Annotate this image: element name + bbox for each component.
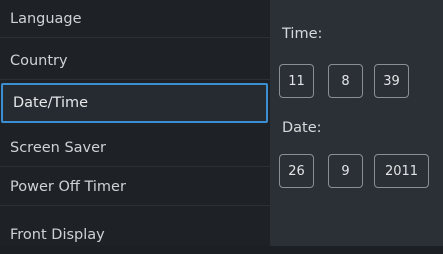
- menu-item-screen-saver[interactable]: Screen Saver: [0, 129, 270, 167]
- menu-item-label: Language: [10, 10, 82, 27]
- day-field[interactable]: 26: [279, 154, 314, 188]
- menu-item-language[interactable]: Language: [0, 0, 270, 38]
- time-label: Time:: [282, 26, 323, 42]
- menu-item-label: Country: [10, 52, 68, 69]
- minute-field[interactable]: 8: [328, 64, 363, 98]
- hour-field[interactable]: 11: [279, 64, 314, 98]
- settings-screen: Language Country Date/Time Screen Saver …: [0, 0, 443, 246]
- menu-item-date-time[interactable]: Date/Time: [1, 83, 268, 123]
- year-field[interactable]: 2011: [374, 154, 429, 188]
- date-time-panel: Time: 11 8 39 Date: 26 9 2011: [270, 0, 443, 246]
- menu-item-label: Front Display: [10, 227, 105, 243]
- menu-item-front-display[interactable]: Front Display: [0, 216, 270, 254]
- second-field[interactable]: 39: [374, 64, 409, 98]
- date-label: Date:: [282, 120, 322, 136]
- month-field[interactable]: 9: [328, 154, 363, 188]
- menu-item-label: Power Off Timer: [10, 178, 126, 195]
- menu-item-label: Screen Saver: [10, 139, 107, 156]
- settings-menu: Language Country Date/Time Screen Saver …: [0, 0, 270, 246]
- menu-item-label: Date/Time: [13, 95, 89, 111]
- menu-item-country[interactable]: Country: [0, 42, 270, 80]
- menu-item-power-off-timer[interactable]: Power Off Timer: [0, 168, 270, 206]
